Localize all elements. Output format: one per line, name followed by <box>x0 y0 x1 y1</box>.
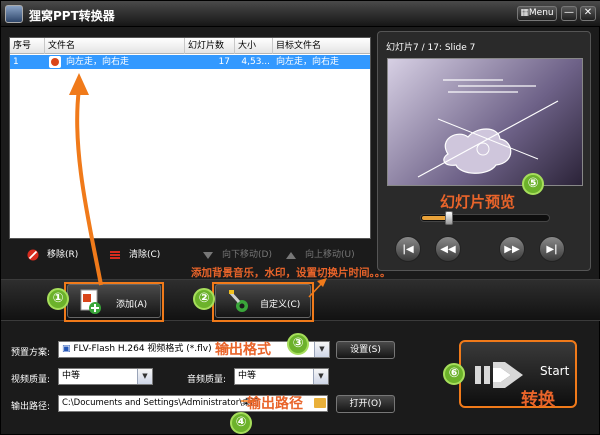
step-badge-1: ① <box>47 288 69 310</box>
annotation-arrows <box>69 73 327 402</box>
customize-note: 添加背景音乐，水印，设置切换片时间。。。 <box>191 267 391 279</box>
output-path-note: 输出路径 <box>247 396 303 412</box>
step-badge-3: ③ <box>287 333 309 355</box>
output-format-note: 输出格式 <box>215 342 271 358</box>
step-badge-6: ⑥ <box>443 363 465 385</box>
step-badge-2: ② <box>193 288 215 310</box>
step-badge-4: ④ <box>230 412 252 434</box>
app-window: 狸窝PPT转换器 ▦Menu — ✕ 序号 文件名 幻灯片数 大小 目标文件名 … <box>0 0 600 435</box>
